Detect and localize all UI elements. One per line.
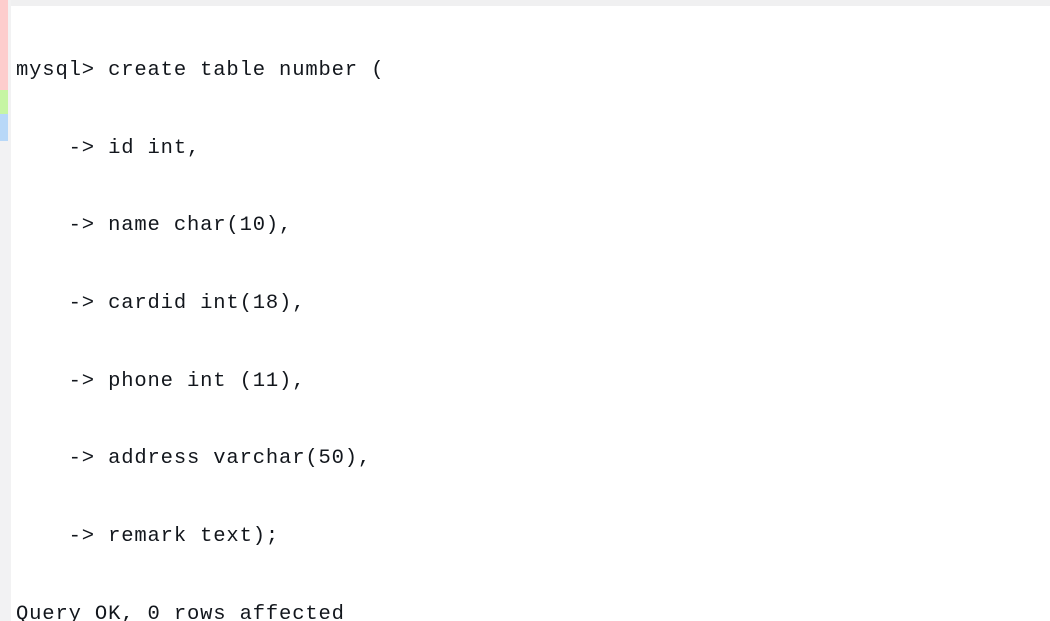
console-output[interactable]: mysql> create table number ( -> id int, … — [16, 6, 1036, 621]
console-line: mysql> create table number ( — [16, 58, 385, 82]
console-line: -> remark text); — [16, 525, 280, 549]
terminal-screen: mysql> create table number ( -> id int, … — [0, 0, 1050, 621]
console-line-result: Query OK, 0 rows affected — [16, 602, 345, 621]
gutter-marker-blue — [0, 114, 8, 141]
gutter-marker-green — [0, 90, 8, 114]
console-line: -> cardid int(18), — [16, 291, 306, 315]
console-line: -> name char(10), — [16, 214, 293, 238]
console-line: -> phone int (11), — [16, 369, 306, 393]
gutter-marker-pink — [0, 0, 8, 90]
console-line: -> id int, — [16, 136, 201, 160]
console-line: -> address varchar(50), — [16, 447, 372, 471]
